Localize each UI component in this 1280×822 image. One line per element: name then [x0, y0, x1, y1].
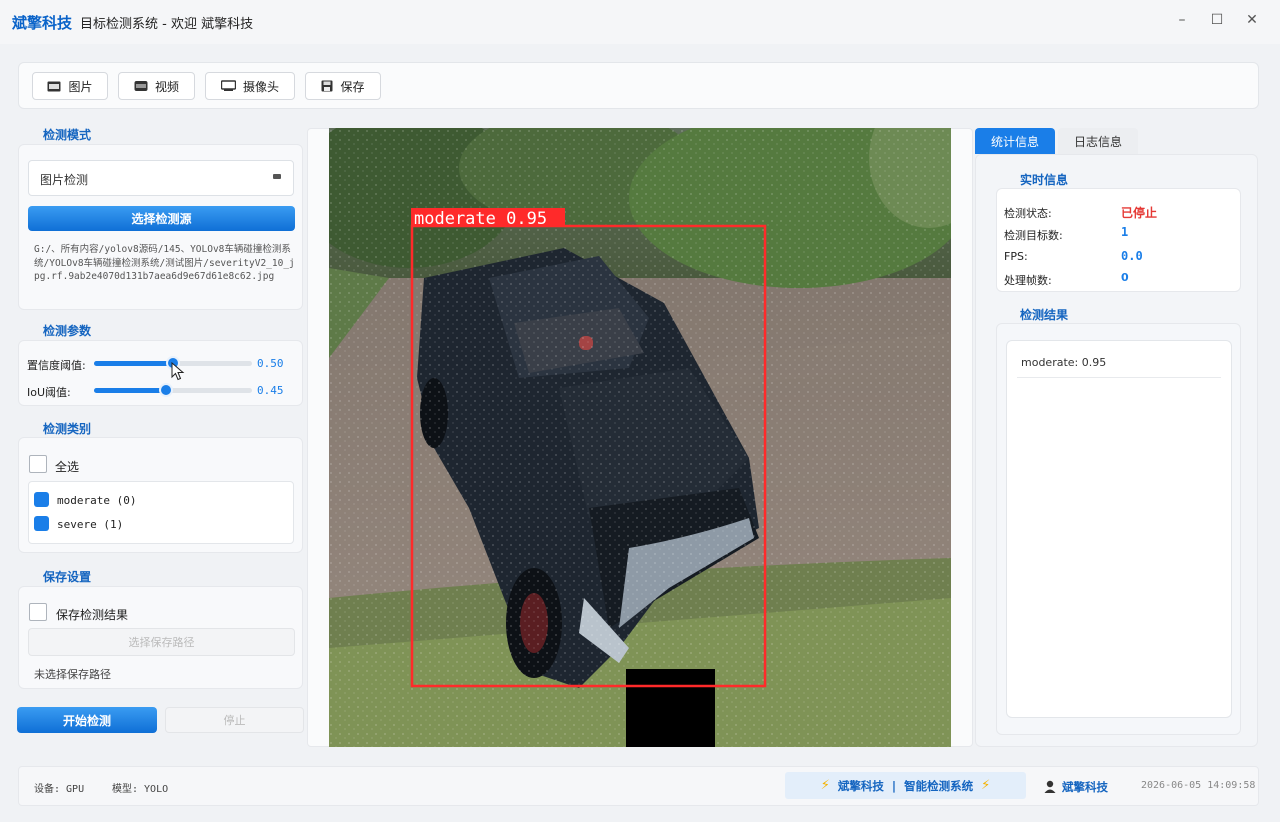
frames-value: 0	[1121, 271, 1129, 284]
brand-banner-text: 斌擎科技 | 智能检测系统	[837, 778, 974, 793]
toolbar: 图片 视频 摄像头 保存	[18, 62, 1259, 109]
maximize-button[interactable]: ☐	[1207, 10, 1227, 30]
source-path: G:/、所有内容/yolov8源码/145、YOLOv8车辆碰撞检测系统/YOL…	[34, 244, 295, 282]
tab-statistics[interactable]: 统计信息	[975, 128, 1055, 154]
chevron-down-icon	[273, 174, 281, 179]
iou-slider-handle[interactable]	[159, 383, 173, 397]
fps-value: 0.0	[1121, 249, 1143, 263]
save-settings-title: 保存设置	[43, 570, 92, 584]
open-camera-button[interactable]: 摄像头	[205, 72, 295, 100]
class-list	[28, 481, 294, 544]
save-label: 保存	[340, 79, 365, 94]
status-label: 检测状态:	[1004, 207, 1052, 220]
save-path-status: 未选择保存路径	[34, 668, 111, 681]
mode-select-value: 图片检测	[40, 173, 89, 187]
count-label: 检测目标数:	[1004, 229, 1063, 242]
results-list: moderate: 0.95	[1006, 340, 1232, 718]
mode-title: 检测模式	[43, 128, 92, 142]
open-video-button[interactable]: 视频	[118, 72, 195, 100]
datetime: 2026-06-05 14:09:58	[1141, 780, 1256, 791]
class-checkbox-moderate[interactable]	[34, 492, 49, 507]
mode-select[interactable]: 图片检测	[28, 160, 294, 196]
open-camera-label: 摄像头	[242, 79, 279, 94]
detection-image: moderate 0.95	[329, 128, 951, 747]
save-button[interactable]: 保存	[305, 72, 381, 100]
iou-label: IoU阈值:	[27, 386, 71, 399]
image-icon	[47, 81, 61, 91]
select-source-button[interactable]: 选择检测源	[28, 206, 295, 231]
minimize-button[interactable]: –	[1172, 10, 1192, 30]
iou-slider-fill	[94, 388, 166, 393]
camera-icon	[220, 80, 236, 91]
status-value: 已停止	[1121, 206, 1158, 220]
choose-save-path-button[interactable]: 选择保存路径	[28, 628, 295, 656]
class-label-moderate: moderate (0)	[57, 494, 137, 507]
classes-title: 检测类别	[43, 422, 92, 436]
count-value: 1	[1121, 225, 1129, 239]
mouse-cursor-icon	[171, 362, 185, 381]
stop-detection-button[interactable]: 停止	[165, 707, 304, 733]
conf-label: 置信度阈值:	[27, 359, 86, 372]
save-results-checkbox[interactable]	[29, 603, 47, 621]
iou-slider[interactable]	[94, 388, 252, 393]
video-icon	[134, 81, 148, 91]
lightning-icon: ⚡	[820, 778, 830, 793]
window-title: 目标检测系统 - 欢迎 斌擎科技	[80, 16, 254, 32]
detection-box-label: moderate 0.95	[414, 209, 547, 229]
current-user: 斌擎科技	[1062, 780, 1108, 794]
device-info: 设备: GPU	[34, 784, 85, 795]
result-item[interactable]: moderate: 0.95	[1021, 356, 1106, 369]
lightning-icon: ⚡	[981, 778, 991, 793]
select-all-checkbox[interactable]	[29, 455, 47, 473]
result-divider	[1017, 377, 1221, 378]
user-icon	[1044, 780, 1056, 793]
brand-banner: ⚡ 斌擎科技 | 智能检测系统 ⚡	[785, 772, 1026, 799]
iou-value: 0.45	[257, 384, 284, 397]
class-label-severe: severe (1)	[57, 518, 124, 531]
realtime-title: 实时信息	[1020, 173, 1069, 187]
tab-log[interactable]: 日志信息	[1058, 128, 1138, 154]
title-bar: 斌擎科技 目标检测系统 - 欢迎 斌擎科技	[0, 0, 1280, 44]
open-video-label: 视频	[154, 79, 179, 94]
params-title: 检测参数	[43, 324, 92, 338]
open-image-label: 图片	[68, 79, 93, 94]
save-icon	[321, 80, 333, 92]
app-brand: 斌擎科技	[12, 13, 73, 32]
open-image-button[interactable]: 图片	[32, 72, 108, 100]
frames-label: 处理帧数:	[1004, 274, 1052, 287]
start-detection-button[interactable]: 开始检测	[17, 707, 157, 733]
class-checkbox-severe[interactable]	[34, 516, 49, 531]
model-info: 模型: YOLO	[112, 784, 169, 795]
conf-slider-fill	[94, 361, 173, 366]
results-title: 检测结果	[1020, 308, 1069, 322]
detection-scene: moderate 0.95	[329, 128, 951, 747]
close-button[interactable]: ✕	[1242, 10, 1262, 30]
fps-label: FPS:	[1004, 250, 1028, 263]
conf-value: 0.50	[257, 357, 284, 370]
save-results-label: 保存检测结果	[56, 608, 129, 622]
select-all-label: 全选	[55, 460, 80, 474]
